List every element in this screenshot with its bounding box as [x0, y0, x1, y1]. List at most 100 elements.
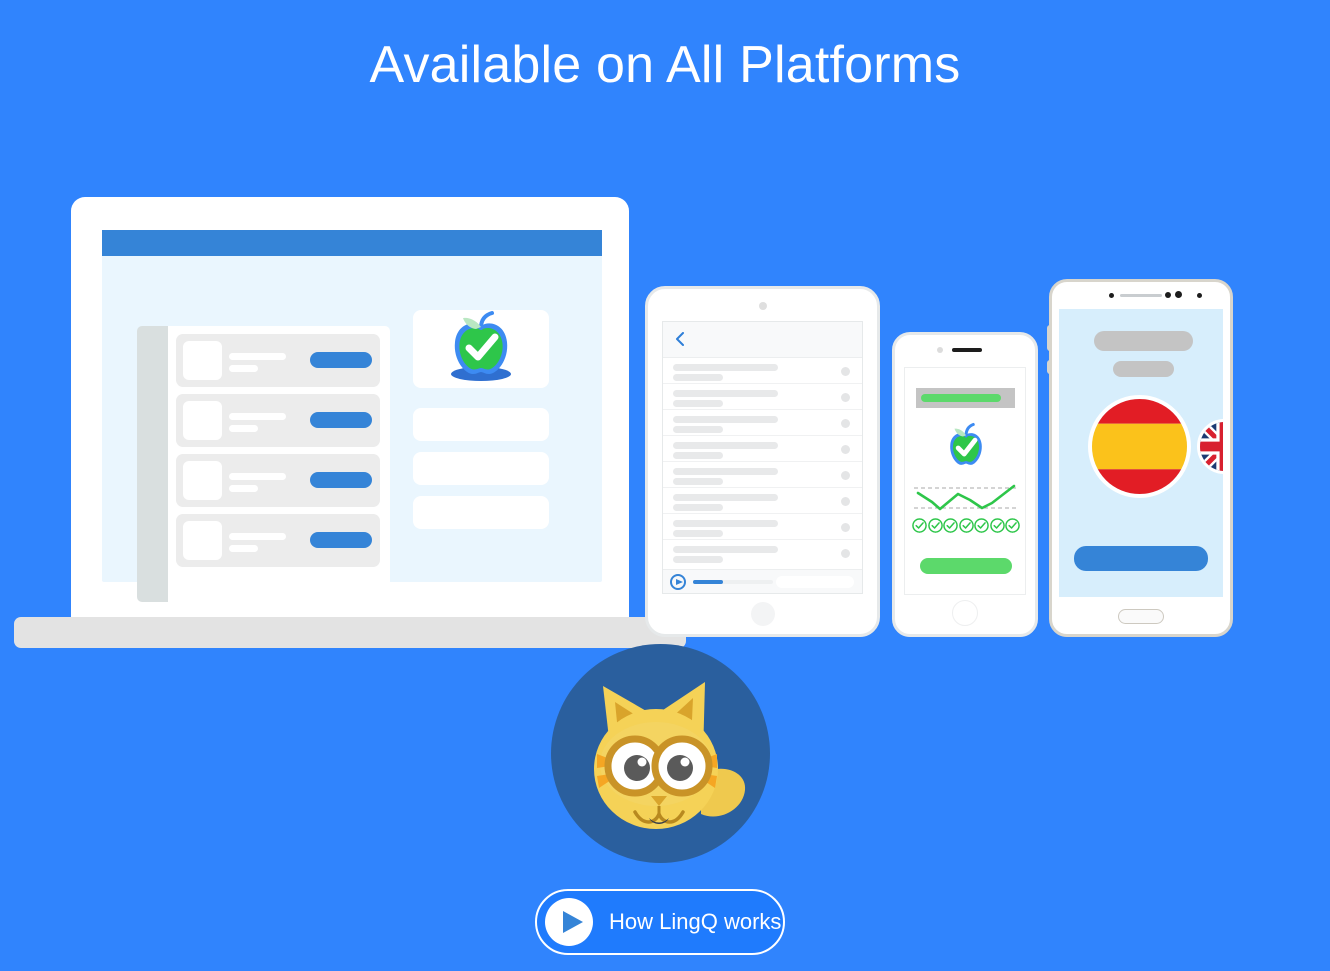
laptop-lesson-list [168, 326, 390, 602]
subtitle-placeholder [1113, 361, 1174, 377]
lesson-title-placeholder [229, 533, 286, 540]
row-title-placeholder [673, 494, 778, 501]
check-circle-icon [912, 518, 927, 533]
iphone-home-button[interactable] [952, 600, 978, 626]
row-status-dot [841, 393, 850, 402]
volume-button[interactable] [1047, 325, 1052, 351]
power-button[interactable] [1047, 360, 1052, 374]
sensor-icon [1109, 293, 1114, 298]
android-screen [1059, 309, 1223, 597]
how-lingq-works-button[interactable]: How LingQ works [535, 889, 785, 955]
laptop-device [14, 197, 686, 648]
lingq-apple-check-icon [950, 422, 982, 465]
row-title-placeholder [673, 390, 778, 397]
iphone-device [892, 332, 1038, 637]
android-body [1047, 279, 1233, 637]
speaker-grill [952, 348, 982, 352]
iphone-body [892, 332, 1038, 637]
list-item[interactable] [663, 438, 862, 462]
lesson-subtitle-placeholder [229, 545, 258, 552]
row-subtitle-placeholder [673, 374, 723, 381]
row-status-dot [841, 419, 850, 428]
list-item[interactable] [663, 516, 862, 540]
lesson-title-placeholder [229, 413, 286, 420]
side-card-placeholder[interactable] [413, 496, 549, 529]
camera-icon [758, 302, 767, 310]
tablet-device [645, 286, 880, 637]
side-card-placeholder[interactable] [413, 408, 549, 441]
check-circle-icon [958, 518, 974, 533]
row-subtitle-placeholder [673, 400, 723, 407]
laptop-app-topbar [102, 230, 602, 256]
cta-label: How LingQ works [609, 909, 782, 934]
row-title-placeholder [673, 364, 778, 371]
lesson-open-button[interactable] [310, 472, 372, 488]
tablet-navbar [663, 322, 862, 358]
row-title-placeholder [673, 442, 778, 449]
side-card-placeholder[interactable] [413, 452, 549, 485]
row-subtitle-placeholder [673, 530, 723, 537]
uk-flag-icon [1200, 422, 1223, 471]
row-subtitle-placeholder [673, 452, 723, 459]
row-subtitle-placeholder [673, 478, 723, 485]
title-placeholder [1094, 331, 1193, 351]
row-status-dot [841, 549, 850, 558]
progress-track[interactable] [693, 580, 773, 584]
list-item[interactable] [663, 542, 862, 566]
row-subtitle-placeholder [673, 556, 723, 563]
list-item[interactable] [176, 454, 380, 507]
sensor-icon [1197, 293, 1202, 298]
lesson-thumbnail [183, 401, 222, 440]
lingq-logo-card [413, 310, 549, 388]
uk-flag[interactable] [1197, 419, 1223, 474]
list-item[interactable] [663, 490, 862, 514]
android-primary-button[interactable] [1074, 546, 1208, 571]
chevron-left-icon[interactable] [675, 332, 684, 346]
play-circle-icon[interactable] [670, 574, 686, 590]
list-item[interactable] [663, 386, 862, 410]
streak-checks [912, 518, 1020, 538]
lesson-open-button[interactable] [310, 352, 372, 368]
laptop-screen [102, 230, 602, 602]
tablet-screen [662, 321, 863, 594]
lesson-subtitle-placeholder [229, 425, 258, 432]
row-subtitle-placeholder [673, 504, 723, 511]
player-pill-button[interactable] [776, 576, 854, 588]
android-device [1047, 279, 1233, 637]
check-circle-icon [943, 518, 958, 533]
lesson-open-button[interactable] [310, 532, 372, 548]
list-item[interactable] [663, 412, 862, 436]
android-home-button[interactable] [1118, 609, 1164, 624]
spain-flag[interactable] [1088, 395, 1191, 498]
check-circle-icon [927, 518, 943, 533]
check-circle-icon [974, 518, 989, 533]
list-item[interactable] [663, 464, 862, 488]
tablet-body [645, 286, 880, 637]
row-title-placeholder [673, 468, 778, 475]
list-item[interactable] [176, 334, 380, 387]
list-item[interactable] [176, 394, 380, 447]
device-showcase: How LingQ works [0, 0, 1330, 971]
row-title-placeholder [673, 546, 778, 553]
check-circle-icon [1005, 518, 1020, 533]
lesson-open-button[interactable] [310, 412, 372, 428]
row-status-dot [841, 497, 850, 506]
progress-bar-fill [921, 394, 1001, 402]
lesson-subtitle-placeholder [229, 365, 258, 372]
lesson-title-placeholder [229, 473, 286, 480]
speaker-grill [1120, 294, 1162, 297]
lesson-thumbnail [183, 521, 222, 560]
camera-icon [1175, 291, 1182, 298]
row-title-placeholder [673, 416, 778, 423]
list-item[interactable] [176, 514, 380, 567]
row-status-dot [841, 471, 850, 480]
iphone-primary-button[interactable] [920, 558, 1012, 574]
play-triangle-icon[interactable] [545, 898, 593, 946]
list-item[interactable] [663, 360, 862, 384]
laptop-body [71, 197, 629, 617]
iphone-screen [904, 367, 1026, 595]
sensor-icon [1165, 292, 1171, 298]
camera-icon [937, 347, 943, 353]
lesson-thumbnail [183, 461, 222, 500]
tablet-home-button[interactable] [750, 602, 775, 626]
